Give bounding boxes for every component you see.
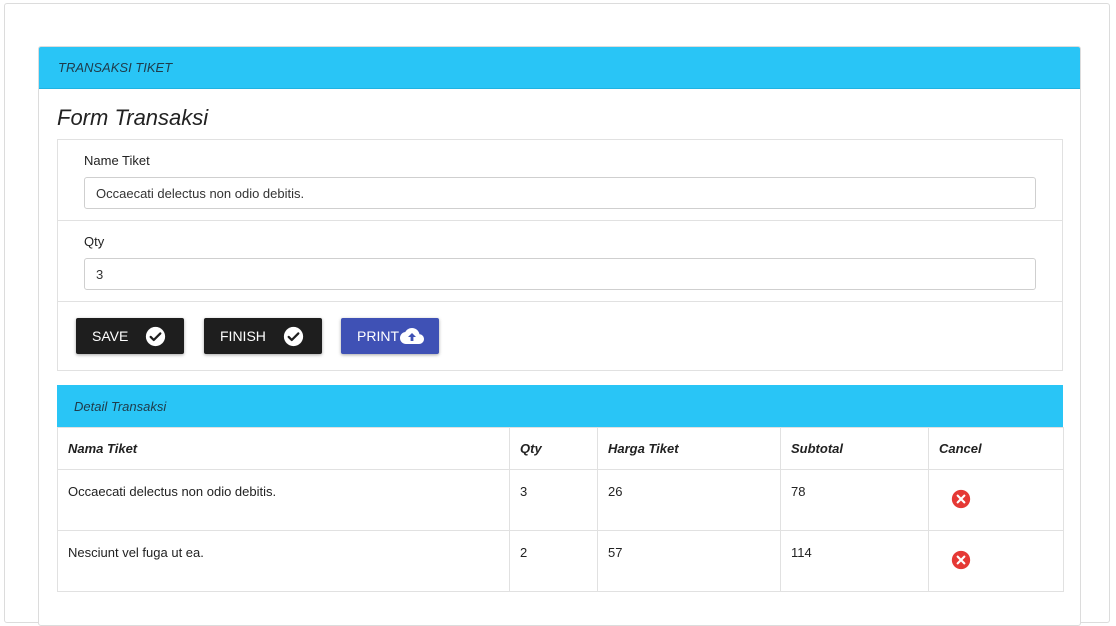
finish-button[interactable]: FINISH	[204, 318, 322, 354]
transaction-form: Name Tiket Qty SAVE FINISH PRINT	[57, 139, 1063, 371]
check-circle-icon	[283, 326, 304, 347]
detail-table: Nama Tiket Qty Harga Tiket Subtotal Canc…	[57, 427, 1064, 592]
cell-cancel	[928, 469, 1064, 531]
save-button[interactable]: SAVE	[76, 318, 184, 354]
cell-price: 26	[597, 469, 781, 531]
cell-name: Nesciunt vel fuga ut ea.	[57, 530, 510, 592]
qty-field-row: Qty	[58, 221, 1062, 302]
cell-qty: 2	[509, 530, 598, 592]
column-header: Harga Tiket	[597, 427, 781, 470]
cancel-circle-icon[interactable]	[951, 489, 971, 512]
cell-price: 57	[597, 530, 781, 592]
column-header: Cancel	[928, 427, 1064, 470]
panel-header: TRANSAKSI TIKET	[39, 47, 1080, 89]
cancel-circle-icon[interactable]	[951, 550, 971, 573]
name-field-row: Name Tiket	[58, 140, 1062, 221]
save-button-label: SAVE	[92, 328, 129, 344]
name-input[interactable]	[84, 177, 1036, 209]
transaction-panel: TRANSAKSI TIKET Form Transaksi Name Tike…	[38, 46, 1081, 626]
cell-cancel	[928, 530, 1064, 592]
column-header: Qty	[509, 427, 598, 470]
name-label: Name Tiket	[84, 153, 150, 168]
detail-title: Detail Transaksi	[74, 398, 167, 414]
detail-header: Detail Transaksi	[57, 385, 1063, 427]
finish-button-label: FINISH	[220, 328, 266, 344]
column-header: Nama Tiket	[57, 427, 510, 470]
column-header: Subtotal	[780, 427, 929, 470]
cloud-upload-icon	[399, 326, 425, 346]
qty-input[interactable]	[84, 258, 1036, 290]
cell-qty: 3	[509, 469, 598, 531]
cell-subtotal: 114	[780, 530, 929, 592]
qty-label: Qty	[84, 234, 105, 249]
cell-subtotal: 78	[780, 469, 929, 531]
button-row: SAVE FINISH PRINT	[58, 302, 1062, 370]
table-row: Nesciunt vel fuga ut ea. 2 57 114	[57, 530, 1064, 592]
form-title: Form Transaksi	[57, 105, 209, 130]
table-header-row: Nama Tiket Qty Harga Tiket Subtotal Canc…	[57, 427, 1064, 470]
check-circle-icon	[145, 326, 166, 347]
table-row: Occaecati delectus non odio debitis. 3 2…	[57, 469, 1064, 531]
print-button-label: PRINT	[357, 328, 399, 344]
print-button[interactable]: PRINT	[341, 318, 439, 354]
cell-name: Occaecati delectus non odio debitis.	[57, 469, 510, 531]
panel-title: TRANSAKSI TIKET	[58, 60, 173, 75]
